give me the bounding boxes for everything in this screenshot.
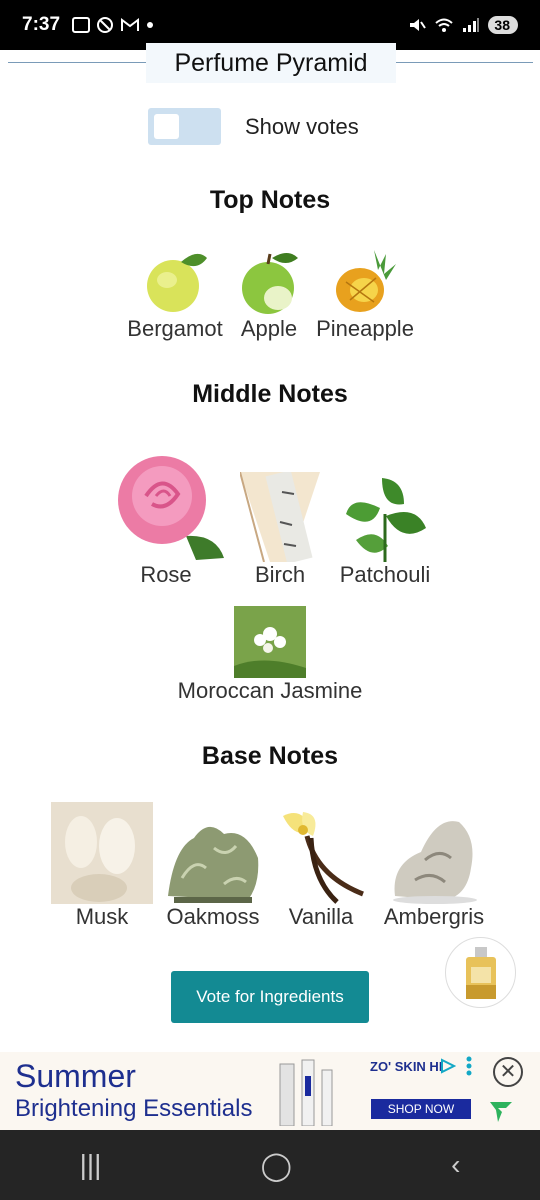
note-label: Rose xyxy=(140,562,192,587)
top-notes-title: Top Notes xyxy=(209,186,331,214)
system-nav-bar: ||| ◯ ‹ xyxy=(0,1130,540,1200)
mute-icon xyxy=(410,19,427,31)
apple-icon xyxy=(242,253,298,314)
note-vanilla[interactable]: Vanilla xyxy=(272,806,370,930)
home-button[interactable]: ◯ xyxy=(261,1149,292,1182)
ad-headline: Summer xyxy=(15,1058,136,1094)
wifi-icon xyxy=(435,18,454,32)
ad-subheadline: Brightening Essentials xyxy=(15,1095,253,1122)
note-label: Apple xyxy=(240,316,298,341)
ad-choices-icon xyxy=(441,1058,456,1074)
more-options-icon[interactable] xyxy=(465,1056,473,1076)
product-bottles-icon xyxy=(279,1059,333,1126)
note-rose[interactable]: Rose xyxy=(105,446,227,588)
title-row: Perfume Pyramid xyxy=(0,40,540,86)
note-label: Ambergris xyxy=(383,904,485,929)
birch-icon xyxy=(240,472,320,562)
note-apple[interactable]: Apple xyxy=(236,246,302,342)
note-pineapple[interactable]: Pineapple xyxy=(310,246,420,342)
show-votes-label: Show votes xyxy=(245,113,359,139)
pineapple-icon xyxy=(336,250,396,312)
clock: 7:37 xyxy=(22,14,61,35)
show-votes-toggle[interactable] xyxy=(148,108,221,145)
do-not-disturb-icon xyxy=(97,17,114,33)
base-notes-title: Base Notes xyxy=(201,742,339,770)
note-patchouli[interactable]: Patchouli xyxy=(332,474,438,588)
floating-perfume-button[interactable] xyxy=(445,937,516,1008)
screenshot-icon xyxy=(72,17,91,33)
dot-icon xyxy=(147,22,154,28)
back-button[interactable]: ‹ xyxy=(451,1149,460,1181)
patchouli-icon xyxy=(346,478,426,562)
note-oakmoss[interactable]: Oakmoss xyxy=(162,808,264,930)
note-label: Musk xyxy=(75,904,129,929)
gmail-icon xyxy=(121,18,140,31)
note-label: Moroccan Jasmine xyxy=(177,678,363,703)
oakmoss-icon xyxy=(168,826,259,903)
note-label: Oakmoss xyxy=(166,904,260,929)
vote-for-ingredients-button[interactable]: Vote for Ingredients xyxy=(171,971,369,1023)
rose-icon xyxy=(118,456,224,560)
note-moroccan-jasmine[interactable]: Moroccan Jasmine xyxy=(160,606,380,704)
note-birch[interactable]: Birch xyxy=(234,472,326,588)
note-musk[interactable]: Musk xyxy=(50,802,154,930)
note-label: Pineapple xyxy=(316,316,414,341)
ad-brand: ZO' SKIN HI xyxy=(370,1059,443,1074)
bergamot-icon xyxy=(147,253,207,312)
note-label: Patchouli xyxy=(339,562,431,587)
note-ambergris[interactable]: Ambergris xyxy=(378,808,490,930)
jasmine-icon xyxy=(234,606,306,678)
show-votes-row: Show votes xyxy=(148,108,359,145)
ad-banner[interactable]: Summer Brightening Essentials ZO' SKIN H… xyxy=(0,1052,540,1130)
ambergris-icon xyxy=(393,821,477,904)
ad-shop-now-button[interactable]: SHOP NOW xyxy=(371,1099,471,1119)
title-divider-left xyxy=(8,62,146,63)
note-label: Vanilla xyxy=(288,904,354,929)
vanilla-icon xyxy=(283,812,364,904)
musk-icon xyxy=(51,802,153,904)
battery-indicator: 38 xyxy=(488,16,518,34)
title-divider-right xyxy=(396,62,533,63)
signal-icon xyxy=(463,18,480,32)
note-bergamot[interactable]: Bergamot xyxy=(122,246,228,342)
recents-button[interactable]: ||| xyxy=(80,1149,102,1181)
perfume-bottle-icon xyxy=(465,946,496,999)
note-label: Bergamot xyxy=(127,316,223,341)
page-title: Perfume Pyramid xyxy=(146,43,396,83)
note-label: Birch xyxy=(254,562,306,587)
middle-notes-title: Middle Notes xyxy=(192,380,348,408)
ad-network-logo-icon xyxy=(490,1102,512,1122)
toggle-knob xyxy=(154,114,179,139)
notification-icons xyxy=(72,16,154,34)
ad-close-button[interactable]: ✕ xyxy=(493,1057,523,1087)
